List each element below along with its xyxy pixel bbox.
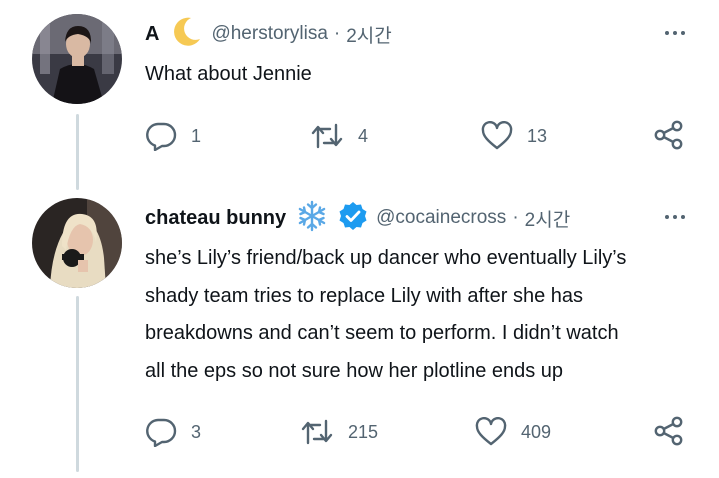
retweet-button[interactable]: 4 bbox=[310, 121, 368, 151]
display-name[interactable]: chateau bunny bbox=[145, 207, 286, 230]
tweet-text-line: all the eps so not sure how her plotline… bbox=[145, 359, 564, 382]
tweet-text-line: she’s Lily’s friend/back up dancer who e… bbox=[145, 247, 627, 269]
verified-badge-icon[interactable] bbox=[338, 201, 368, 236]
reply-button[interactable]: 1 bbox=[145, 121, 201, 151]
tweet-text: What about Jennie bbox=[145, 63, 312, 85]
like-button[interactable]: 13 bbox=[481, 121, 547, 151]
crescent-moon-icon bbox=[169, 15, 203, 54]
retweet-icon bbox=[311, 123, 343, 149]
user-handle[interactable]: @cocainecross bbox=[376, 207, 506, 229]
tweet-text: she’s Lily’s friend/back up dancer who e… bbox=[145, 240, 690, 390]
reply-button[interactable]: 3 bbox=[145, 417, 201, 447]
retweet-icon bbox=[301, 419, 333, 445]
tweet-actions: 1 4 13 bbox=[145, 119, 690, 153]
share-button[interactable] bbox=[653, 119, 685, 151]
tweet-text-line: breakdowns and can’t seem to perform. I … bbox=[145, 322, 619, 344]
retweet-button[interactable]: 215 bbox=[300, 417, 378, 447]
like-button[interactable]: 409 bbox=[475, 417, 551, 447]
snowflake-icon bbox=[296, 200, 328, 237]
user-handle[interactable]: @herstorylisa bbox=[211, 23, 327, 45]
tweet-header: chateau bunny @cocainecross · 2시간 bbox=[145, 200, 571, 237]
timestamp[interactable]: 2시간 bbox=[525, 205, 571, 232]
reply-count: 1 bbox=[191, 125, 202, 146]
avatar[interactable] bbox=[32, 198, 122, 288]
tweet-text-line: shady team tries to replace Lily with af… bbox=[145, 284, 583, 307]
tweet[interactable]: A @herstorylisa · 2시간 What about Jennie … bbox=[0, 0, 719, 190]
reply-icon bbox=[146, 122, 177, 151]
reply-count: 3 bbox=[191, 421, 202, 442]
more-options-icon[interactable] bbox=[665, 23, 685, 43]
like-count: 13 bbox=[527, 125, 548, 146]
like-count: 409 bbox=[521, 421, 552, 442]
heart-icon bbox=[481, 121, 513, 150]
separator: · bbox=[512, 207, 519, 228]
share-icon bbox=[654, 416, 683, 446]
display-name[interactable]: A bbox=[145, 23, 159, 46]
timestamp[interactable]: 2시간 bbox=[346, 21, 392, 48]
retweet-count: 215 bbox=[348, 421, 379, 442]
tweet-header: A @herstorylisa · 2시간 bbox=[145, 17, 392, 48]
share-icon bbox=[654, 120, 683, 150]
heart-icon bbox=[475, 417, 507, 446]
tweet[interactable]: chateau bunny @cocainecross · 2시간 she’s bbox=[0, 190, 719, 478]
avatar[interactable] bbox=[32, 14, 122, 104]
separator: · bbox=[333, 23, 341, 44]
tweet-actions: 3 215 409 bbox=[145, 415, 690, 449]
more-options-icon[interactable] bbox=[665, 207, 685, 227]
reply-icon bbox=[146, 418, 177, 447]
share-button[interactable] bbox=[653, 415, 685, 447]
retweet-count: 4 bbox=[358, 125, 369, 146]
